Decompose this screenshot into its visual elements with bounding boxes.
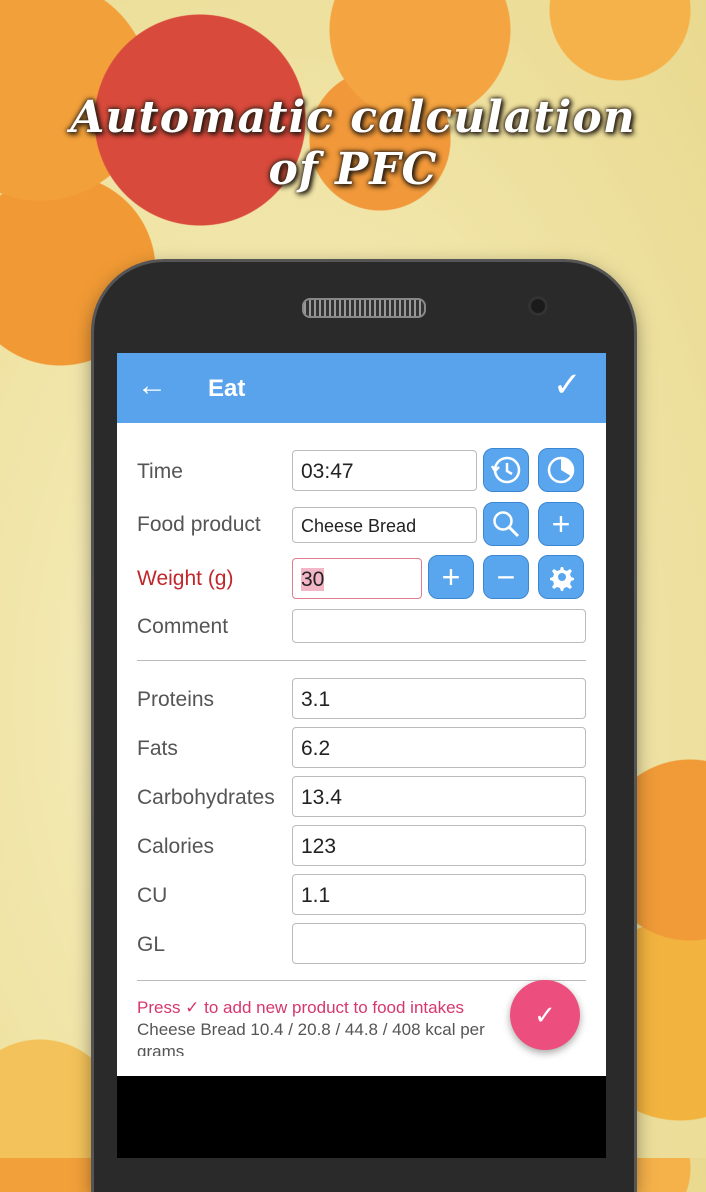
plus-icon: + — [551, 506, 571, 542]
history-time-button[interactable] — [483, 448, 529, 492]
headline-line-2: of PFC — [268, 144, 438, 195]
add-intake-fab[interactable]: ✓ — [510, 980, 580, 1050]
phone-speaker — [302, 298, 426, 318]
weight-settings-button[interactable] — [538, 555, 584, 599]
app-screen: ← Eat ✓ Time 03:47 Food product Cheese B… — [117, 353, 606, 1158]
clock-button[interactable] — [538, 448, 584, 492]
phone-camera — [528, 296, 548, 316]
gear-icon — [550, 567, 574, 591]
check-icon: ✓ — [534, 999, 556, 1030]
app-bar: ← Eat ✓ — [117, 353, 606, 423]
confirm-check-icon[interactable]: ✓ — [553, 367, 582, 403]
page-title: Eat — [208, 375, 246, 402]
decrease-weight-button[interactable]: − — [483, 555, 529, 599]
increase-weight-button[interactable]: + — [428, 555, 474, 599]
comment-field[interactable] — [292, 609, 586, 643]
history-clock-icon — [490, 456, 521, 484]
proteins-label: Proteins — [137, 688, 215, 711]
proteins-field[interactable]: 3.1 — [292, 678, 586, 719]
fats-label: Fats — [137, 737, 178, 760]
weight-value: 30 — [301, 568, 325, 591]
minus-icon: − — [496, 559, 516, 595]
search-icon — [493, 511, 520, 538]
back-arrow-icon[interactable]: ← — [137, 371, 167, 401]
comment-label: Comment — [137, 615, 229, 638]
calories-label: Calories — [137, 835, 215, 858]
search-product-button[interactable] — [483, 502, 529, 546]
section-divider — [137, 660, 586, 661]
footer-divider — [137, 980, 586, 981]
time-label: Time — [137, 460, 183, 483]
fats-field[interactable]: 6.2 — [292, 727, 586, 768]
product-summary-continued: grams — [137, 1042, 185, 1056]
cu-label: CU — [137, 884, 168, 907]
gl-field[interactable] — [292, 923, 586, 964]
weight-label: Weight (g) — [137, 567, 234, 590]
form-content: Time 03:47 Food product Cheese Bread + W… — [117, 423, 606, 1076]
carbohydrates-field[interactable]: 13.4 — [292, 776, 586, 817]
time-field[interactable]: 03:47 — [292, 450, 477, 491]
product-summary-text: Cheese Bread 10.4 / 20.8 / 44.8 / 408 kc… — [137, 1020, 485, 1039]
cu-field[interactable]: 1.1 — [292, 874, 586, 915]
weight-field[interactable]: 30 — [292, 558, 422, 599]
gl-label: GL — [137, 933, 166, 956]
clock-icon — [547, 456, 575, 484]
carbohydrates-label: Carbohydrates — [137, 786, 275, 809]
headline-line-1: Automatic calculation — [70, 92, 636, 143]
add-hint-text: Press ✓ to add new product to food intak… — [137, 998, 465, 1017]
add-product-button[interactable]: + — [538, 502, 584, 546]
food-product-field[interactable]: Cheese Bread — [292, 507, 477, 543]
calories-field[interactable]: 123 — [292, 825, 586, 866]
plus-icon: + — [441, 559, 461, 595]
food-product-label: Food product — [137, 513, 261, 536]
